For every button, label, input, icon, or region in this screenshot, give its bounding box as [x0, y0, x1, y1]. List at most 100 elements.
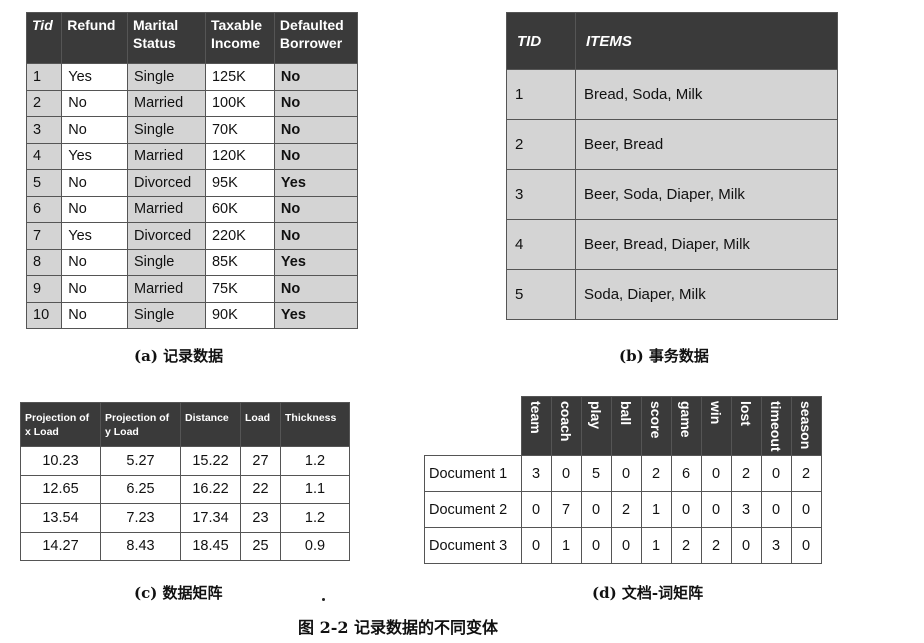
- table-cell: 8.43: [100, 531, 181, 561]
- term-header: timeout: [760, 396, 792, 456]
- table-cell: No: [273, 89, 359, 117]
- term-header: team: [520, 396, 552, 456]
- column-header: Distance: [180, 402, 241, 447]
- table-row: 2 No Married 100K No: [25, 89, 359, 117]
- table-row: 4 Yes Married 120K No: [25, 142, 359, 170]
- table-row: 1 Yes Single 125K No: [25, 63, 359, 91]
- subfigure-caption-a: (a) 记录数据: [134, 347, 224, 365]
- table-cell: 3: [506, 169, 576, 220]
- column-header: Refund: [61, 12, 128, 64]
- table-cell: 5: [580, 455, 612, 492]
- table-cell: 5: [25, 169, 63, 197]
- table-cell: 22: [240, 474, 281, 504]
- table-cell: 85K: [204, 248, 275, 276]
- table-cell: 3: [25, 116, 63, 144]
- table-row: 5 No Divorced 95K Yes: [25, 169, 359, 197]
- column-header: Projection of x Load: [20, 402, 101, 447]
- table-cell: Beer, Bread, Diaper, Milk: [575, 219, 838, 270]
- table-cell: 125K: [204, 63, 275, 91]
- table-cell: 17.34: [180, 503, 241, 533]
- table-cell: 0: [520, 491, 552, 528]
- table-cell: 0: [700, 455, 732, 492]
- column-header: Taxable Income: [204, 12, 275, 64]
- table-row: Document 2 0 7 0 2 1 0 0 3 0 0: [424, 491, 822, 528]
- table-cell: Single: [127, 116, 206, 144]
- table-cell: No: [61, 301, 128, 329]
- term-header: game: [670, 396, 702, 456]
- table-cell: 100K: [204, 89, 275, 117]
- table-cell: 2: [610, 491, 642, 528]
- table-cell: 1: [506, 69, 576, 120]
- transaction-data-table: TID ITEMS 1 Bread, Soda, Milk 2 Beer, Br…: [506, 12, 838, 320]
- table-cell: 7.23: [100, 503, 181, 533]
- table-cell: Yes: [273, 248, 359, 276]
- table-row: 10 No Single 90K Yes: [25, 301, 359, 329]
- table-row: Document 1 3 0 5 0 2 6 0 2 0 2: [424, 455, 822, 492]
- table-cell: 5.27: [100, 446, 181, 476]
- table-cell: 0: [760, 491, 792, 528]
- table-cell: Yes: [61, 222, 128, 250]
- table-cell: 3: [730, 491, 762, 528]
- table-cell: 6: [670, 455, 702, 492]
- table-cell: 0: [700, 491, 732, 528]
- term-header: play: [580, 396, 612, 456]
- table-cell: Yes: [273, 169, 359, 197]
- term-header: ball: [610, 396, 642, 456]
- column-header: ITEMS: [575, 12, 838, 70]
- table-cell: No: [61, 169, 128, 197]
- document-term-matrix: team coach play ball score game win lost…: [424, 396, 822, 564]
- table-cell: No: [273, 195, 359, 223]
- table-cell: 10.23: [20, 446, 101, 476]
- table-cell: 2: [25, 89, 63, 117]
- table-row: 7 Yes Divorced 220K No: [25, 222, 359, 250]
- table-cell: Beer, Soda, Diaper, Milk: [575, 169, 838, 220]
- table-cell: Single: [127, 301, 206, 329]
- column-header: Defaulted Borrower: [273, 12, 359, 64]
- table-cell: 18.45: [180, 531, 241, 561]
- table-cell: 70K: [204, 116, 275, 144]
- table-cell: 60K: [204, 195, 275, 223]
- term-header: score: [640, 396, 672, 456]
- table-row: 6 No Married 60K No: [25, 195, 359, 223]
- table-cell: 13.54: [20, 503, 101, 533]
- table-cell: Married: [127, 142, 206, 170]
- table-cell: No: [273, 142, 359, 170]
- table-row: Document 3 0 1 0 0 1 2 2 0 3 0: [424, 527, 822, 564]
- table-row: 12.65 6.25 16.22 22 1.1: [20, 474, 350, 504]
- record-data-table: Tid Refund Marital Status Taxable Income D…: [25, 12, 359, 329]
- table-cell: 7: [25, 222, 63, 250]
- table-cell: 27: [240, 446, 281, 476]
- table-cell: 0: [670, 491, 702, 528]
- table-cell: 2: [506, 119, 576, 170]
- stray-dot: [322, 598, 325, 601]
- table-row: 3 Beer, Soda, Diaper, Milk: [506, 169, 838, 220]
- table-cell: Single: [127, 248, 206, 276]
- table-cell: 15.22: [180, 446, 241, 476]
- table-header-row: team coach play ball score game win lost…: [424, 396, 822, 456]
- column-header: Marital Status: [127, 12, 206, 64]
- table-cell: No: [273, 275, 359, 303]
- table-cell: 25: [240, 531, 281, 561]
- table-cell: 0: [520, 527, 552, 564]
- term-header: coach: [550, 396, 582, 456]
- table-header-row: TID ITEMS: [506, 12, 838, 70]
- data-matrix-table: Projection of x Load Projection of y Load …: [20, 402, 350, 561]
- table-cell: 1.1: [280, 474, 350, 504]
- table-cell: Divorced: [127, 169, 206, 197]
- table-cell: 7: [550, 491, 582, 528]
- table-cell: Yes: [273, 301, 359, 329]
- table-cell: No: [61, 248, 128, 276]
- column-header: TID: [506, 12, 576, 70]
- term-header: win: [700, 396, 732, 456]
- table-cell: No: [61, 116, 128, 144]
- table-cell: 10: [25, 301, 63, 329]
- subfigure-caption-c: (c) 数据矩阵: [134, 584, 223, 602]
- table-cell: No: [273, 116, 359, 144]
- table-cell: No: [61, 89, 128, 117]
- table-cell: 8: [25, 248, 63, 276]
- table-cell: 1.2: [280, 446, 350, 476]
- table-cell: 0: [790, 527, 822, 564]
- table-cell: 9: [25, 275, 63, 303]
- table-cell: 2: [730, 455, 762, 492]
- table-cell: No: [61, 275, 128, 303]
